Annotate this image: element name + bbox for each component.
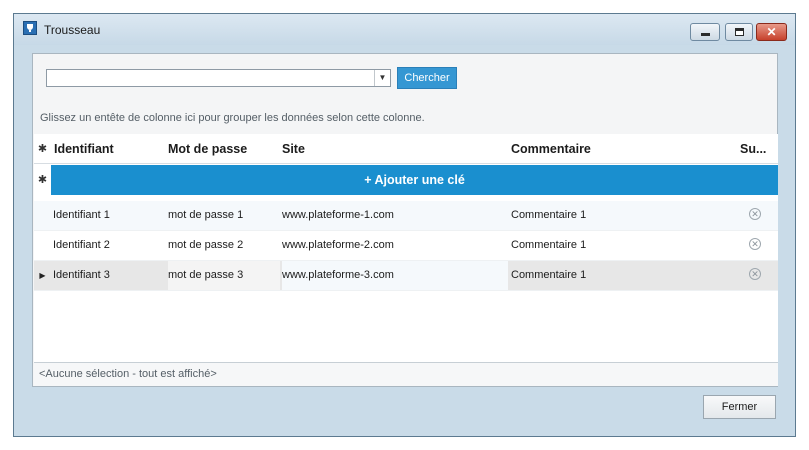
cell-site[interactable]: www.plateforme-3.com [282, 261, 508, 290]
column-header-mot-de-passe[interactable]: Mot de passe [168, 134, 247, 164]
close-window-button[interactable]: ✕ [756, 23, 787, 41]
title-bar[interactable]: Trousseau ✕ [14, 14, 795, 45]
column-header-identifiant[interactable]: Identifiant [54, 134, 114, 164]
add-key-row[interactable]: ✱ + Ajouter une clé [34, 165, 778, 195]
row-indicator [34, 231, 51, 260]
cell-commentaire[interactable]: Commentaire 1 [511, 231, 586, 260]
close-button[interactable]: Fermer [703, 395, 776, 419]
cell-identifiant[interactable]: Identifiant 1 [53, 201, 110, 230]
cell-commentaire[interactable]: Commentaire 1 [511, 201, 586, 230]
maximize-button[interactable] [725, 23, 753, 41]
key-icon [23, 21, 37, 35]
add-row-indicator: ✱ [34, 165, 51, 195]
delete-row-icon[interactable]: ✕ [749, 238, 761, 250]
delete-row-icon[interactable]: ✕ [749, 268, 761, 280]
column-header-site[interactable]: Site [282, 134, 305, 164]
cell-mot-de-passe[interactable]: mot de passe 1 [168, 201, 243, 230]
maximize-icon [735, 28, 744, 36]
minimize-button[interactable] [690, 23, 720, 41]
cell-identifiant[interactable]: Identifiant 3 [53, 261, 110, 290]
close-icon: ✕ [766, 25, 777, 39]
grid-header: ✱ Identifiant Mot de passe Site Commenta… [34, 134, 778, 164]
column-header-supprimer[interactable]: Su... [740, 134, 766, 164]
chevron-down-icon[interactable]: ▼ [374, 70, 390, 86]
minimize-icon [701, 33, 710, 36]
cell-mot-de-passe[interactable]: mot de passe 3 [168, 261, 280, 290]
delete-row-icon[interactable]: ✕ [749, 208, 761, 220]
grid-status-bar: <Aucune sélection - tout est affiché> [34, 362, 778, 386]
content-panel: ▼ Chercher Glissez un entête de colonne … [32, 53, 778, 387]
cell-commentaire[interactable]: Commentaire 1 [511, 261, 586, 290]
window-title: Trousseau [44, 23, 101, 37]
cell-mot-de-passe[interactable]: mot de passe 2 [168, 231, 243, 260]
group-panel-hint: Glissez un entête de colonne ici pour gr… [40, 112, 425, 124]
table-row[interactable]: Identifiant 2 mot de passe 2 www.platefo… [34, 231, 778, 261]
keys-grid: ✱ Identifiant Mot de passe Site Commenta… [34, 134, 778, 386]
row-indicator: ▶ [39, 271, 46, 280]
trousseau-window: Trousseau ✕ ▼ Chercher Glissez un entête… [13, 13, 796, 437]
row-indicator [34, 201, 51, 230]
cell-site[interactable]: www.plateforme-1.com [282, 201, 394, 230]
search-combobox[interactable]: ▼ [46, 69, 391, 87]
add-key-button[interactable]: + Ajouter une clé [51, 165, 778, 195]
header-indicator: ✱ [37, 143, 48, 155]
search-button[interactable]: Chercher [397, 67, 457, 89]
table-row-selected[interactable]: ▶ Identifiant 3 mot de passe 3 www.plate… [34, 261, 778, 291]
column-header-commentaire[interactable]: Commentaire [511, 134, 591, 164]
cell-identifiant[interactable]: Identifiant 2 [53, 231, 110, 260]
cell-site[interactable]: www.plateforme-2.com [282, 231, 394, 260]
table-row[interactable]: Identifiant 1 mot de passe 1 www.platefo… [34, 201, 778, 231]
